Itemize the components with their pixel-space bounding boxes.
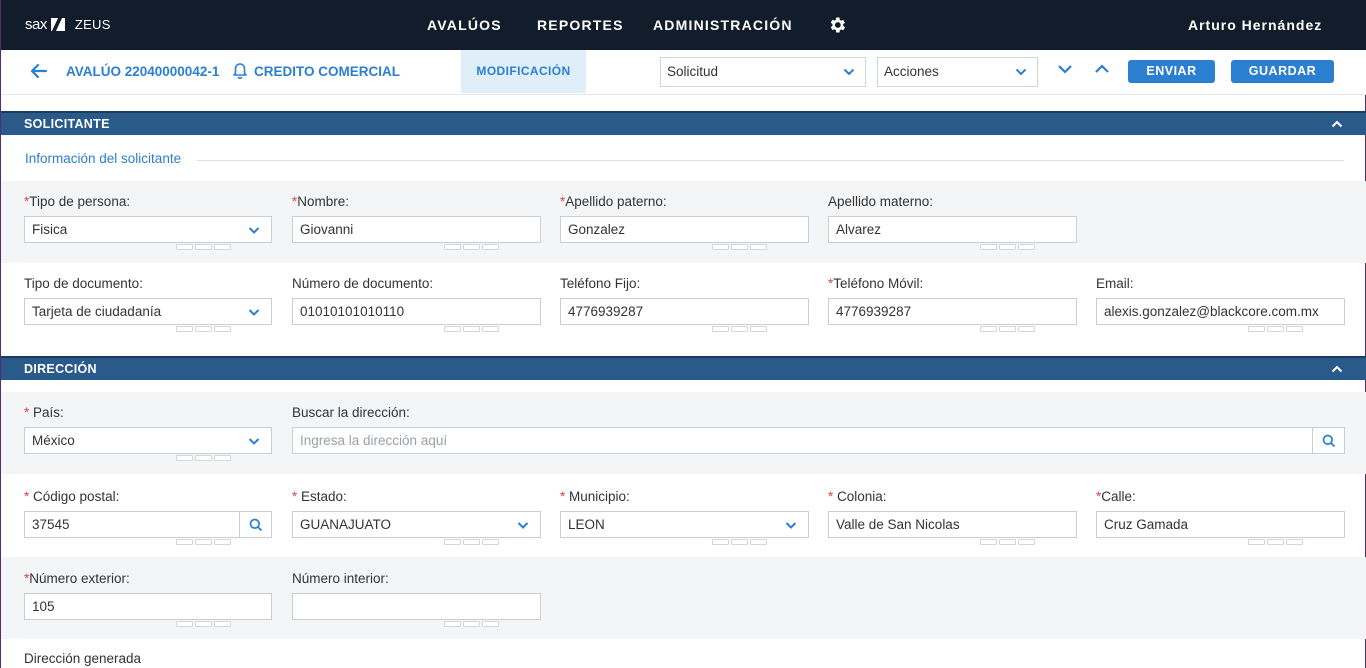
field-indicator (444, 621, 1323, 668)
field-label: Número interior: (292, 571, 389, 586)
field-value: Valle de San Nicolas (836, 517, 960, 532)
divider (197, 160, 1344, 161)
record-toolbar: AVALÚO 22040000042-1 CREDITO COMERCIAL M… (1, 50, 1366, 95)
pais-select[interactable]: México (24, 427, 272, 454)
estado-field: * Estado: GUANAJUATO (292, 489, 541, 538)
municipio-select[interactable]: LEON (560, 511, 809, 538)
apellido-materno-field: Apellido materno: Alvarez (828, 194, 1077, 243)
field-value: México (32, 433, 75, 448)
apellido-paterno-field: *Apellido paterno: Gonzalez (560, 194, 809, 243)
bell-icon[interactable] (232, 62, 248, 80)
section-header-direccion[interactable]: DIRECCIÓN (1, 356, 1366, 380)
pais-field: * País: México (24, 405, 272, 454)
save-button[interactable]: GUARDAR (1231, 60, 1334, 83)
field-value: 105 (32, 599, 55, 614)
user-name[interactable]: Arturo Hernández (1188, 17, 1322, 33)
field-value: Giovanni (300, 222, 354, 237)
search-button[interactable] (239, 512, 271, 537)
numero-exterior-input[interactable]: 105 (24, 593, 272, 620)
chevron-down-icon (248, 438, 260, 445)
municipio-field: * Municipio: LEON (560, 489, 809, 538)
chevron-down-icon (785, 522, 797, 529)
chevron-down-icon (843, 68, 855, 76)
nav-reportes[interactable]: REPORTES (537, 17, 624, 33)
calle-field: *Calle: Cruz Gamada (1096, 489, 1345, 538)
field-value: Cruz Gamada (1104, 517, 1189, 532)
search-button[interactable] (1312, 428, 1344, 453)
tipo-persona-select[interactable]: Fisica (24, 216, 272, 243)
field-label: Municipio: (565, 489, 630, 504)
back-arrow-icon[interactable] (29, 61, 49, 81)
next-record-icon[interactable] (1057, 62, 1073, 76)
section-header-solicitante[interactable]: SOLICITANTE (1, 111, 1366, 135)
acciones-select[interactable]: Acciones (877, 57, 1038, 87)
gear-icon[interactable] (827, 15, 847, 35)
field-value: Gonzalez (568, 222, 626, 237)
chevron-down-icon (1015, 68, 1027, 76)
field-value: Fisica (32, 222, 68, 237)
solicitud-select-value: Solicitud (667, 64, 719, 79)
field-label: Estado: (297, 489, 347, 504)
tipo-persona-field: *Tipo de persona: Fisica (24, 194, 272, 243)
codigo-postal-field: * Código postal: 37545 (24, 489, 272, 538)
field-value: GUANAJUATO (300, 517, 392, 532)
solicitud-select[interactable]: Solicitud (660, 57, 866, 87)
acciones-select-value: Acciones (884, 64, 939, 79)
section-title: SOLICITANTE (24, 117, 110, 131)
chevron-down-icon (517, 522, 529, 529)
colonia-input[interactable]: Valle de San Nicolas (828, 511, 1077, 538)
app-name: ZEUS (74, 17, 111, 32)
search-icon (1322, 434, 1336, 448)
field-value: 37545 (32, 517, 70, 532)
field-placeholder: Ingresa la dirección aquí (300, 433, 448, 448)
field-label: Calle: (1101, 489, 1136, 504)
field-label: Apellido paterno: (565, 194, 667, 209)
field-label: Nombre: (297, 194, 350, 209)
top-navbar: sax ZEUS AVALÚOS REPORTES ADMINISTRACIÓN… (1, 0, 1366, 50)
field-value: Alvarez (836, 222, 882, 237)
buscar-direccion-input[interactable]: Ingresa la dirección aquí (292, 427, 1345, 454)
numero-interior-field: Número interior: (292, 571, 541, 620)
codigo-postal-input[interactable]: 37545 (24, 511, 272, 538)
nav-administracion[interactable]: ADMINISTRACIÓN (653, 17, 793, 33)
chevron-up-icon[interactable] (1331, 365, 1343, 373)
chevron-down-icon (248, 227, 260, 234)
tab-modificacion[interactable]: MODIFICACIÓN (461, 50, 586, 93)
numero-interior-input[interactable] (292, 593, 541, 620)
field-label: Número exterior: (29, 571, 130, 586)
send-button[interactable]: ENVIAR (1128, 60, 1215, 83)
logo-mark-icon (50, 18, 65, 31)
field-label: Colonia: (833, 489, 887, 504)
field-label: Tipo de documento: (24, 276, 143, 291)
logo-text: sax (25, 16, 47, 33)
estado-select[interactable]: GUANAJUATO (292, 511, 541, 538)
search-icon (249, 518, 263, 532)
field-label: País: (29, 405, 64, 420)
field-label: Buscar la dirección: (292, 405, 410, 420)
record-id[interactable]: AVALÚO 22040000042-1 (66, 64, 219, 79)
field-value: Tarjeta de ciudadanía (32, 304, 162, 319)
numero-exterior-field: *Número exterior: 105 (24, 571, 272, 620)
field-label: Código postal: (29, 489, 120, 504)
previous-record-icon[interactable] (1094, 62, 1110, 76)
field-label: Tipo de persona: (29, 194, 131, 209)
field-label: Apellido materno: (828, 194, 934, 209)
calle-input[interactable]: Cruz Gamada (1096, 511, 1345, 538)
app-logo[interactable]: sax ZEUS (25, 16, 111, 33)
nombre-input[interactable]: Giovanni (292, 216, 541, 243)
solicitante-subtitle: Información del solicitante (25, 151, 182, 166)
nombre-field: *Nombre: Giovanni (292, 194, 541, 243)
chevron-up-icon[interactable] (1331, 120, 1343, 128)
buscar-direccion-field: Buscar la dirección: Ingresa la direcció… (292, 405, 1345, 454)
direccion-generada-label: Dirección generada (24, 651, 142, 666)
section-title: DIRECCIÓN (24, 362, 97, 376)
field-value: LEON (568, 517, 605, 532)
apellido-paterno-input[interactable]: Gonzalez (560, 216, 809, 243)
apellido-materno-input[interactable]: Alvarez (828, 216, 1077, 243)
credit-type[interactable]: CREDITO COMERCIAL (254, 64, 400, 79)
colonia-field: * Colonia: Valle de San Nicolas (828, 489, 1077, 538)
nav-avaluos[interactable]: AVALÚOS (427, 17, 502, 33)
